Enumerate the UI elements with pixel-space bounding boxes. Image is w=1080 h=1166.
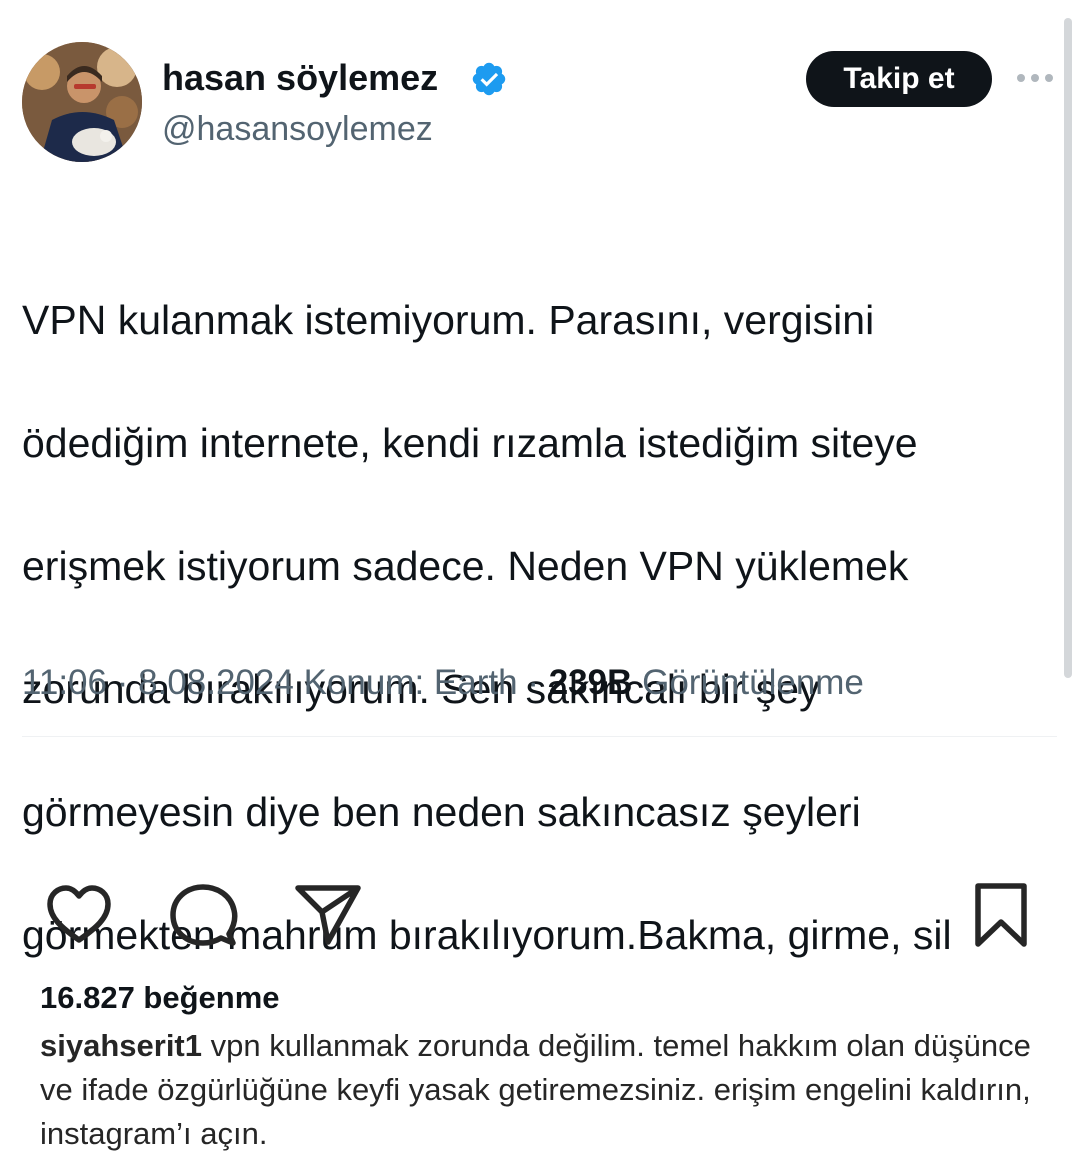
action-bar [0, 870, 1080, 960]
display-name[interactable]: hasan söylemez [162, 56, 438, 100]
views-label: Görüntülenme [642, 663, 864, 702]
tweet-text-line: VPN kulanmak istemiyorum. Parasını, verg… [22, 296, 875, 343]
heart-icon[interactable] [44, 882, 114, 948]
views-count: 239B [548, 663, 633, 702]
caption: siyahserit1 vpn kullanmak zorunda değili… [40, 1024, 1050, 1156]
tweet-text-line: görmeyesin diye ben neden sakıncasız şey… [22, 788, 861, 835]
user-handle[interactable]: @hasansoylemez [162, 108, 433, 150]
meta-separator: · [527, 663, 539, 702]
avatar-photo [22, 42, 142, 162]
follow-button[interactable]: Takip et [806, 51, 992, 107]
tweet-card: hasan söylemez @hasansoylemez Takip et V… [0, 0, 1080, 958]
tweet-meta: 11:06 · 8.08.2024 Konum: Earth · 239B Gö… [22, 660, 864, 706]
likes-count[interactable]: 16.827 beğenme [40, 978, 280, 1018]
share-icon[interactable] [294, 882, 364, 948]
more-options-icon[interactable] [1015, 66, 1055, 88]
tweet-location: Konum: Earth [303, 663, 518, 702]
tweet-text-line: erişmek istiyorum sadece. Neden VPN yükl… [22, 542, 909, 589]
caption-username[interactable]: siyahserit1 [40, 1028, 202, 1063]
verified-badge-icon [472, 62, 506, 96]
tweet-time[interactable]: 11:06 [22, 663, 107, 702]
scrollbar[interactable] [1064, 18, 1072, 678]
tweet-date[interactable]: 8.08.2024 [138, 663, 294, 702]
meta-separator: · [116, 663, 129, 702]
comment-icon[interactable] [168, 882, 238, 948]
bookmark-icon[interactable] [966, 882, 1036, 948]
divider [22, 736, 1057, 737]
tweet-text-line: ödediğim internete, kendi rızamla istedi… [22, 419, 918, 466]
avatar[interactable] [22, 42, 142, 162]
